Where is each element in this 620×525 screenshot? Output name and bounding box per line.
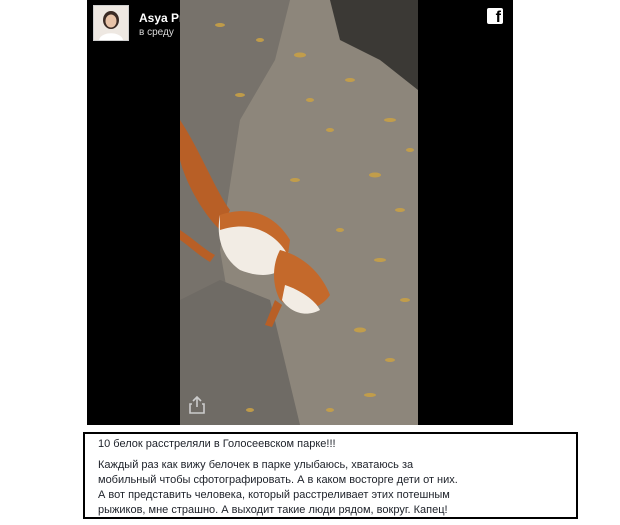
caption-body: Каждый раз как вижу белочек в парке улыб… — [98, 459, 458, 516]
post-caption: 10 белок расстреляли в Голосеевском парк… — [83, 432, 578, 519]
post-photo — [180, 0, 418, 425]
author-avatar[interactable] — [93, 5, 129, 41]
share-icon[interactable] — [188, 395, 206, 415]
caption-title: 10 белок расстреляли в Голосеевском парк… — [98, 438, 336, 450]
post-timestamp[interactable]: в среду — [139, 27, 174, 38]
facebook-icon: f — [487, 8, 503, 24]
video-panel[interactable]: Asya Pratsyukova в среду f — [87, 0, 513, 425]
